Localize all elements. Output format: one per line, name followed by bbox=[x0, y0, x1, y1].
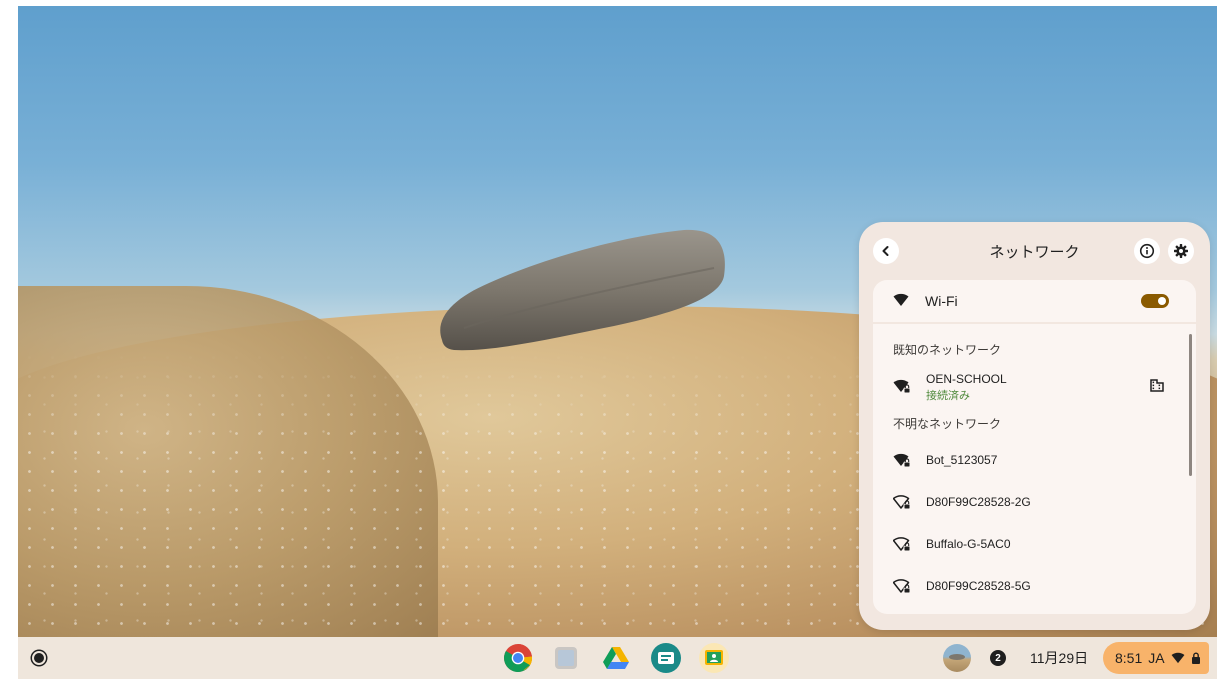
network-status: 接続済み bbox=[926, 390, 970, 402]
network-name: D80F99C28528-2G bbox=[926, 495, 1031, 509]
network-item-d80f-2g[interactable]: D80F99C28528-2G bbox=[873, 482, 1196, 522]
info-button[interactable] bbox=[1134, 238, 1160, 264]
wifi-secure-filled-icon bbox=[893, 379, 911, 394]
meet-icon bbox=[651, 643, 681, 673]
network-name: D80F99C28528-5G bbox=[926, 579, 1031, 593]
wallpaper-rock bbox=[440, 229, 725, 351]
date-tray[interactable]: 11月29日 bbox=[1020, 642, 1098, 674]
avatar[interactable] bbox=[943, 644, 971, 672]
network-name: Bot_5123057 bbox=[926, 453, 998, 467]
wifi-secure-outline-icon bbox=[893, 579, 911, 594]
files-app[interactable] bbox=[550, 642, 582, 674]
wifi-secure-outline-icon bbox=[893, 537, 911, 552]
network-quick-settings-panel: ネットワーク Wi-Fi 既知のネットワーク OEN-SCHOOL 接続済み 不… bbox=[859, 222, 1210, 630]
avatar-rock bbox=[949, 654, 965, 660]
chrome-app[interactable] bbox=[502, 642, 534, 674]
wifi-toggle-row[interactable]: Wi-Fi bbox=[873, 280, 1196, 322]
notification-badge[interactable]: 2 bbox=[990, 650, 1006, 666]
info-icon bbox=[1139, 243, 1155, 259]
lock-icon bbox=[1191, 652, 1200, 664]
chrome-icon bbox=[504, 644, 532, 672]
files-icon bbox=[555, 647, 577, 669]
launcher-button[interactable] bbox=[29, 648, 49, 668]
network-item-d80f-5g[interactable]: D80F99C28528-5G bbox=[873, 566, 1196, 606]
wifi-icon bbox=[893, 293, 909, 306]
shelf: 2 11月29日 8:51 JA bbox=[18, 637, 1217, 679]
wifi-label: Wi-Fi bbox=[925, 293, 958, 309]
meet-app[interactable] bbox=[650, 642, 682, 674]
network-item-bot[interactable]: Bot_5123057 bbox=[873, 440, 1196, 480]
launcher-icon bbox=[34, 653, 44, 663]
wifi-toggle-switch[interactable] bbox=[1141, 294, 1169, 308]
status-tray[interactable]: 8:51 JA bbox=[1103, 642, 1209, 674]
clock: 8:51 bbox=[1115, 650, 1143, 666]
settings-button[interactable] bbox=[1168, 238, 1194, 264]
wifi-secure-outline-icon bbox=[893, 495, 911, 510]
wifi-icon bbox=[1171, 652, 1185, 664]
toggle-knob bbox=[1158, 297, 1166, 305]
unknown-networks-header: 不明なネットワーク bbox=[893, 417, 1002, 431]
known-networks-header: 既知のネットワーク bbox=[893, 343, 1002, 357]
gear-icon bbox=[1174, 244, 1188, 258]
network-item-oen-school[interactable]: OEN-SCHOOL 接続済み bbox=[873, 366, 1196, 406]
panel-header: ネットワーク bbox=[859, 222, 1210, 278]
classroom-icon bbox=[699, 643, 729, 673]
network-list: 既知のネットワーク OEN-SCHOOL 接続済み 不明なネットワーク Bot_… bbox=[873, 324, 1196, 614]
network-name: Buffalo-G-5AC0 bbox=[926, 537, 1011, 551]
classroom-app[interactable] bbox=[698, 642, 730, 674]
network-name: OEN-SCHOOL bbox=[926, 372, 1007, 386]
wifi-secure-filled-icon bbox=[893, 453, 911, 468]
drive-app[interactable] bbox=[600, 642, 632, 674]
ime-indicator: JA bbox=[1148, 650, 1165, 666]
network-item-buffalo[interactable]: Buffalo-G-5AC0 bbox=[873, 524, 1196, 564]
building-icon bbox=[1150, 379, 1164, 392]
drive-icon bbox=[603, 647, 629, 669]
